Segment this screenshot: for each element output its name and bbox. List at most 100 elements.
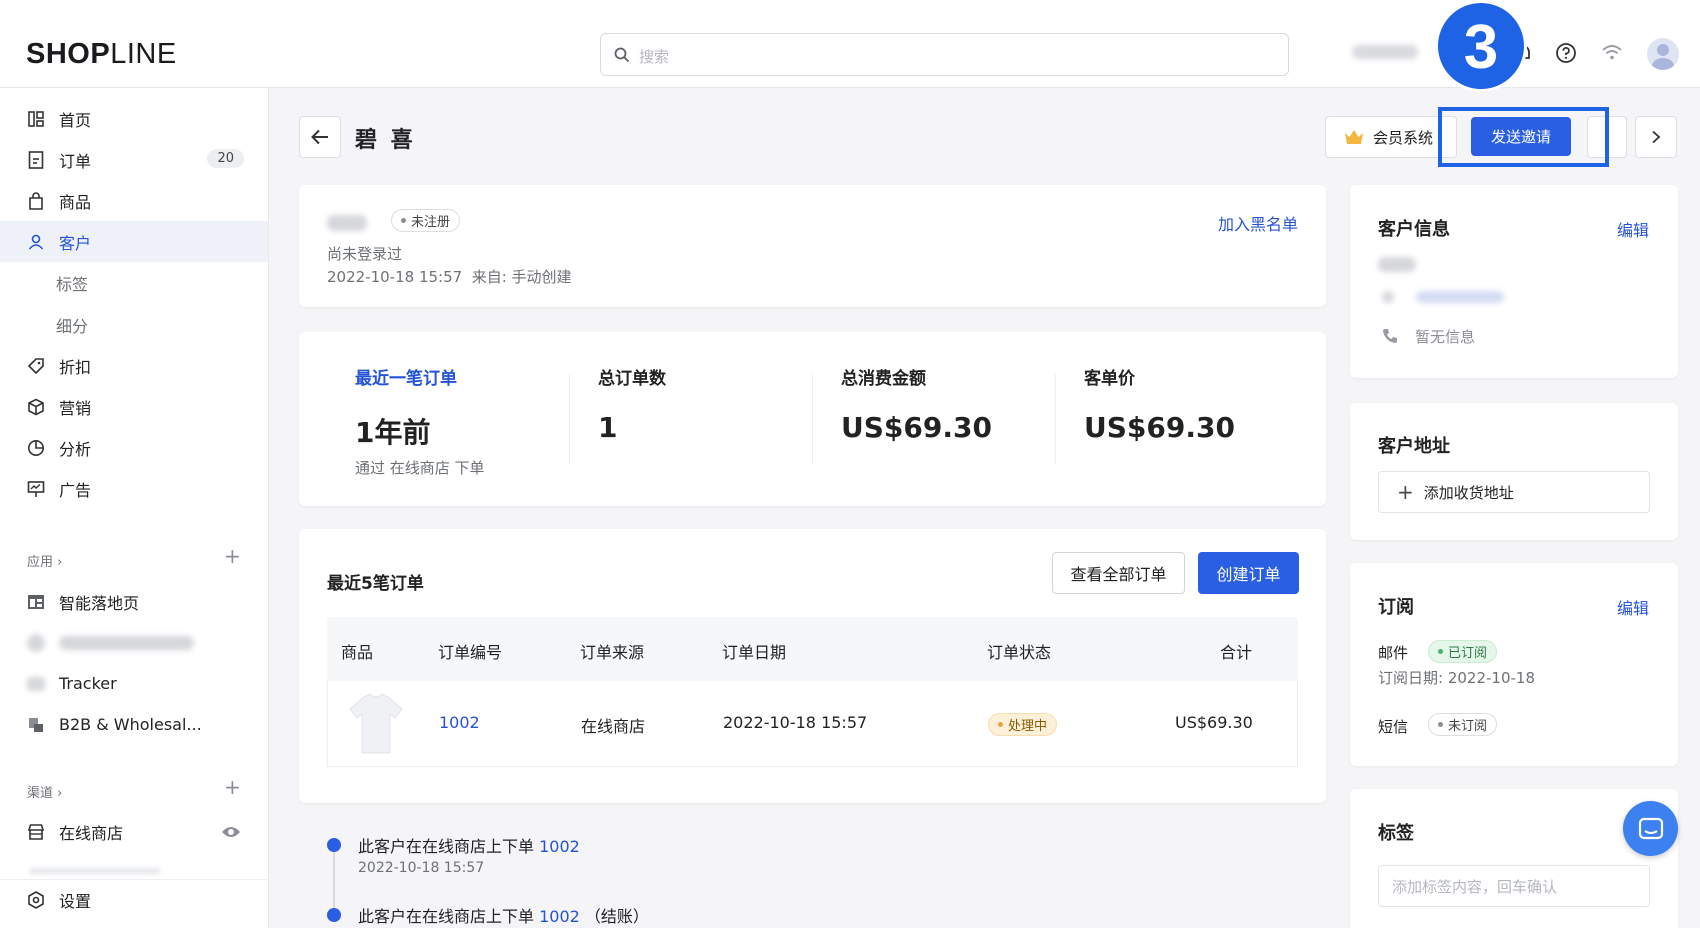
stat-label[interactable]: 最近一笔订单 xyxy=(355,364,485,389)
sidebar-item-orders[interactable]: 订单 20 xyxy=(0,139,268,180)
store-name-blurred[interactable] xyxy=(1352,45,1418,59)
add-app-plus-icon[interactable]: + xyxy=(224,544,241,568)
created-info-text: 2022-10-18 15:57 来自: 手动创建 xyxy=(327,268,572,286)
sidebar-item-label: 分析 xyxy=(59,439,92,459)
user-avatar[interactable] xyxy=(1647,38,1679,70)
stat-label: 总订单数 xyxy=(598,369,666,389)
sidebar-app-landing-page[interactable]: 智能落地页 xyxy=(0,581,268,622)
order-source: 在线商店 xyxy=(581,717,646,736)
customer-info-title: 客户信息 xyxy=(1378,219,1450,240)
view-all-orders-button[interactable]: 查看全部订单 xyxy=(1052,552,1185,594)
search-input[interactable]: 搜索 xyxy=(600,33,1289,76)
customer-email-blurred[interactable] xyxy=(1416,291,1504,303)
order-date: 2022-10-18 15:57 xyxy=(723,713,868,732)
customer-summary-card: 未注册 加入黑名单 尚未登录过 2022-10-18 15:57 来自: 手动创… xyxy=(299,185,1326,307)
email-icon xyxy=(1382,291,1394,303)
sidebar-item-label: 首页 xyxy=(59,110,92,130)
stat-label: 总消费金额 xyxy=(841,369,926,389)
timeline-event-text: 此客户在在线商店上下单 xyxy=(358,837,535,856)
help-icon[interactable] xyxy=(1555,42,1577,64)
arrow-left-icon xyxy=(311,129,328,145)
sidebar-app-blurred[interactable] xyxy=(0,622,268,663)
order-count-badge: 20 xyxy=(207,149,244,168)
column-header: 合计 xyxy=(1220,643,1253,662)
wifi-icon[interactable] xyxy=(1601,42,1623,64)
sidebar-app-b2b[interactable]: B2B & Wholesal... xyxy=(0,704,268,745)
next-customer-button[interactable] xyxy=(1635,116,1677,158)
order-number-link[interactable]: 1002 xyxy=(439,713,480,732)
sidebar-item-discounts[interactable]: 折扣 xyxy=(0,345,268,386)
pie-chart-icon xyxy=(27,439,45,457)
product-thumbnail xyxy=(349,693,403,754)
add-channel-plus-icon[interactable]: + xyxy=(224,775,241,799)
sidebar-item-segments[interactable]: 细分 xyxy=(0,304,268,345)
eye-icon[interactable] xyxy=(221,825,241,839)
app-icon-blurred xyxy=(27,633,45,652)
chat-icon xyxy=(1638,817,1663,839)
sidebar-item-label: 在线商店 xyxy=(59,823,124,843)
timeline-order-link[interactable]: 1002 xyxy=(539,907,580,926)
sidebar-item-marketing[interactable]: 营销 xyxy=(0,386,268,427)
login-status-text: 尚未登录过 xyxy=(327,245,403,263)
column-header: 商品 xyxy=(341,643,374,662)
chevron-right-icon xyxy=(1652,130,1661,144)
sidebar-item-label: 细分 xyxy=(56,316,89,336)
sidebar-item-products[interactable]: 商品 xyxy=(0,180,268,221)
timeline-order-link[interactable]: 1002 xyxy=(539,837,580,856)
sidebar-item-label: 营销 xyxy=(59,398,92,418)
email-subscription-label: 邮件 xyxy=(1378,644,1409,662)
column-header: 订单日期 xyxy=(722,643,787,662)
stat-total-spent: 总消费金额 US$69.30 xyxy=(841,364,992,444)
orders-table-header: 商品 订单编号 订单来源 订单日期 订单状态 合计 xyxy=(327,617,1298,681)
stat-value: US$69.30 xyxy=(841,411,992,444)
stat-label: 客单价 xyxy=(1084,369,1135,389)
customer-name-blurred xyxy=(1378,257,1416,272)
recent-orders-card: 最近5笔订单 查看全部订单 创建订单 商品 订单编号 订单来源 订单日期 订单状… xyxy=(299,529,1326,803)
table-row[interactable]: 1002 在线商店 2022-10-18 15:57 处理中 US$69.30 xyxy=(327,681,1298,767)
timeline-event-suffix: （结账） xyxy=(584,907,649,926)
sidebar-item-label: 广告 xyxy=(59,480,92,500)
customer-name-blurred xyxy=(327,215,367,231)
edit-subscription-link[interactable]: 编辑 xyxy=(1617,595,1649,619)
tag-input[interactable]: 添加标签内容，回车确认 xyxy=(1378,865,1650,907)
sidebar-item-label: 订单 xyxy=(59,151,92,171)
back-button[interactable] xyxy=(299,116,341,158)
sidebar-channel-online-store[interactable]: 在线商店 xyxy=(0,811,268,852)
phone-icon xyxy=(1383,329,1397,343)
page-title: 碧 喜 xyxy=(355,128,416,153)
sidebar-item-analytics[interactable]: 分析 xyxy=(0,427,268,468)
channels-section-label[interactable]: 渠道 › xyxy=(27,782,62,801)
step-number-badge: 3 xyxy=(1435,0,1527,92)
timeline-dot xyxy=(327,838,341,852)
timeline-event: 此客户在在线商店上下单 1002 （结账） xyxy=(358,903,649,927)
subscription-card: 订阅 编辑 邮件 已订阅 订阅日期: 2022-10-18 短信 未订阅 xyxy=(1350,563,1678,766)
chat-button[interactable] xyxy=(1623,801,1678,856)
stat-value: 1年前 xyxy=(355,416,431,449)
subscription-date: 订阅日期: 2022-10-18 xyxy=(1378,669,1535,687)
billboard-icon xyxy=(27,480,45,498)
stat-value: 1 xyxy=(598,411,618,444)
customer-stats-card: 最近一笔订单 1年前 通过 在线商店 下单 总订单数 1 总消费金额 US$69… xyxy=(299,332,1326,506)
timeline-dot xyxy=(327,908,341,922)
add-address-button[interactable]: + 添加收货地址 xyxy=(1378,471,1650,513)
edit-customer-info-link[interactable]: 编辑 xyxy=(1617,217,1649,241)
create-order-button[interactable]: 创建订单 xyxy=(1198,552,1299,594)
truncated-channel-item xyxy=(30,868,160,874)
recent-orders-title: 最近5笔订单 xyxy=(327,574,424,594)
shopline-logo[interactable]: SHOPLINE xyxy=(26,38,177,71)
plus-icon: + xyxy=(1397,480,1414,504)
stat-note: 通过 在线商店 下单 xyxy=(355,459,485,477)
store-icon xyxy=(27,823,45,841)
app-name-blurred xyxy=(59,635,194,650)
sms-subscription-badge: 未订阅 xyxy=(1428,713,1498,736)
stat-divider xyxy=(569,374,570,464)
sidebar-app-tracker[interactable]: Tracker xyxy=(0,663,268,704)
sidebar-item-settings[interactable]: 设置 xyxy=(0,879,268,920)
add-to-blacklist-link[interactable]: 加入黑名单 xyxy=(1218,211,1298,235)
apps-section-label[interactable]: 应用 › xyxy=(27,551,62,570)
sidebar-item-tags[interactable]: 标签 xyxy=(0,262,268,303)
sidebar-item-home[interactable]: 首页 xyxy=(0,98,268,139)
stat-value: US$69.30 xyxy=(1084,411,1235,444)
sidebar-item-ads[interactable]: 广告 xyxy=(0,468,268,509)
sidebar-item-customers[interactable]: 客户 xyxy=(0,221,268,262)
